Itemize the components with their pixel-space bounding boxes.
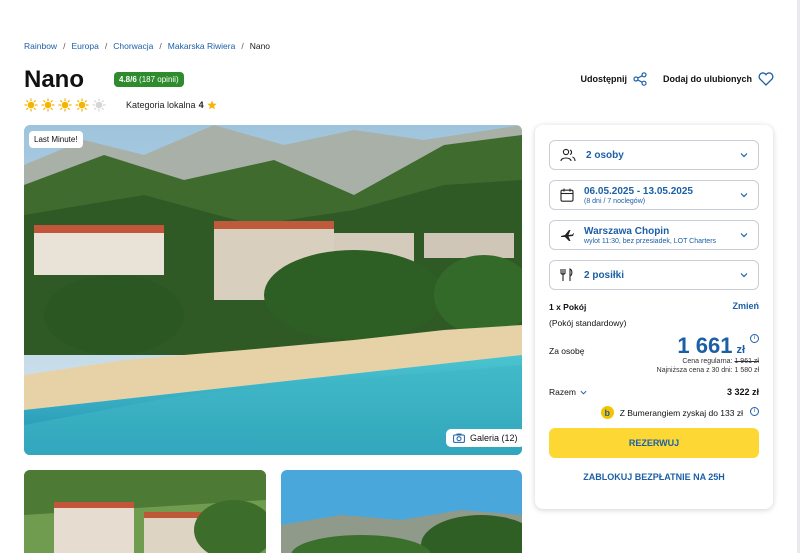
bumerang-logo-icon: b xyxy=(600,406,614,419)
hotel-photo-image xyxy=(24,125,522,455)
block-free-button[interactable]: ZABLOKUJ BEZPŁATNIE NA 25H xyxy=(549,472,759,482)
hotel-main-photo[interactable] xyxy=(24,125,522,455)
booking-panel: 2 osoby 06.05.2025 - 13.05.2025 (8 dni / … xyxy=(535,125,773,509)
price-currency: zł xyxy=(736,344,745,356)
thumb-image xyxy=(281,470,522,553)
thumb-image xyxy=(24,470,266,553)
price-info-icon[interactable]: i xyxy=(750,334,759,343)
room-label: 1 x Pokój xyxy=(549,302,587,312)
reviews-count: (187 opinii) xyxy=(139,75,179,84)
cutlery-icon xyxy=(560,268,573,281)
gallery-button[interactable]: Galeria (12) xyxy=(446,429,525,447)
hotel-title: Nano xyxy=(24,66,84,93)
dates-sub: (8 dni / 7 noclegów) xyxy=(584,197,646,205)
star-icon xyxy=(206,100,217,110)
breadcrumb-chorwacja[interactable]: Chorwacja xyxy=(113,41,153,51)
hotel-thumb-photo[interactable] xyxy=(24,470,266,553)
camera-icon xyxy=(453,433,465,443)
airport-select[interactable]: Warszawa Chopin wylot 11:30, bez przesiad… xyxy=(549,220,759,250)
favorite-label: Dodaj do ulubionych xyxy=(663,74,752,84)
meals-value: 2 posiłki xyxy=(584,269,625,281)
breadcrumb-makarska[interactable]: Makarska Riwiera xyxy=(168,41,236,51)
breadcrumb-separator: / xyxy=(104,41,108,51)
sun-icon xyxy=(24,98,38,112)
sun-icon xyxy=(41,98,55,112)
chevron-down-icon xyxy=(580,390,587,395)
breadcrumb: Rainbow / Europa / Chorwacja / Makarska … xyxy=(24,41,270,51)
category-value: 4 xyxy=(198,100,204,110)
plane-icon xyxy=(561,230,574,241)
airport-sub: wylot 11:30, bez przesiadek, LOT Charter… xyxy=(584,237,717,245)
reserve-button[interactable]: REZERWUJ xyxy=(549,428,759,458)
share-label: Udostępnij xyxy=(580,74,628,84)
breadcrumb-europa[interactable]: Europa xyxy=(71,41,98,51)
local-category: Kategoria lokalna 4 xyxy=(126,100,217,110)
sun-empty-icon xyxy=(92,98,106,112)
airport-value: Warszawa Chopin xyxy=(584,225,670,237)
chevron-down-icon xyxy=(740,233,748,238)
chevron-down-icon xyxy=(740,153,748,158)
chevron-down-icon xyxy=(740,273,748,278)
rating-badge[interactable]: 4.8/6 (187 opinii) xyxy=(114,72,184,87)
price-per-person: 1 661 zł xyxy=(677,333,745,359)
regular-price-value: 1 961 zł xyxy=(734,358,759,365)
total-label: Razem xyxy=(549,387,576,397)
breadcrumb-separator: / xyxy=(159,41,162,51)
sun-icon xyxy=(58,98,72,112)
persons-value: 2 osoby xyxy=(586,149,624,161)
sun-icon xyxy=(75,98,89,112)
sun-rating xyxy=(24,98,106,112)
regular-price: Cena regularna: 1 961 zł xyxy=(682,358,759,365)
chevron-down-icon xyxy=(740,193,748,198)
rating-value: 4.8/6 xyxy=(119,75,137,84)
total-value: 3 322 zł xyxy=(726,387,759,397)
persons-icon xyxy=(560,148,576,162)
favorite-button[interactable]: Dodaj do ulubionych xyxy=(663,72,774,86)
bumerang-info-icon[interactable]: i xyxy=(750,407,759,416)
lowest-price-30d: Najniższa cena z 30 dni: 1 580 zł xyxy=(656,367,759,374)
change-room-link[interactable]: Zmień xyxy=(732,301,759,311)
breadcrumb-separator: / xyxy=(241,41,244,51)
heart-icon xyxy=(758,72,774,86)
breadcrumb-rainbow[interactable]: Rainbow xyxy=(24,41,57,51)
breadcrumb-separator: / xyxy=(63,41,66,51)
bumerang-text: Z Bumerangiem zyskaj do 133 zł xyxy=(619,407,743,418)
room-type: (Pokój standardowy) xyxy=(549,318,627,328)
share-button[interactable]: Udostępnij xyxy=(581,72,648,86)
dates-select[interactable]: 06.05.2025 - 13.05.2025 (8 dni / 7 nocleg… xyxy=(549,180,759,210)
breadcrumb-current: Nano xyxy=(249,41,271,51)
top-actions: Udostępnij Dodaj do ulubionych xyxy=(581,72,775,86)
last-minute-badge: Last Minute! xyxy=(29,131,83,148)
category-label: Kategoria lokalna xyxy=(126,100,196,110)
share-icon xyxy=(633,72,647,86)
persons-select[interactable]: 2 osoby xyxy=(549,140,759,170)
dates-value: 06.05.2025 - 13.05.2025 xyxy=(584,185,693,197)
meals-select[interactable]: 2 posiłki xyxy=(549,260,759,290)
price-value: 1 661 xyxy=(677,333,733,358)
hotel-thumb-photo[interactable] xyxy=(281,470,522,553)
gallery-label: Galeria (12) xyxy=(470,433,518,443)
calendar-icon xyxy=(560,188,574,202)
bumerang-info: b Z Bumerangiem zyskaj do 133 zł xyxy=(600,406,743,419)
regular-price-label: Cena regularna: xyxy=(682,358,733,365)
